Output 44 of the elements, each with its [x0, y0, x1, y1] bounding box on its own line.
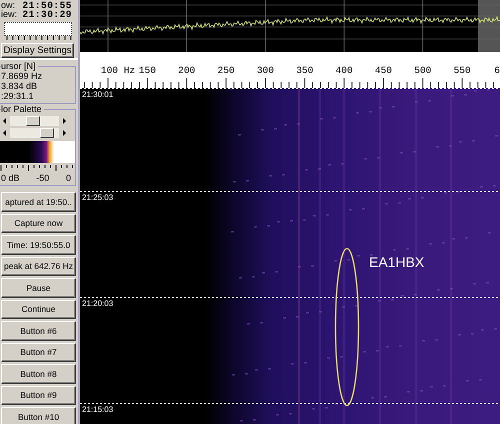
cursor-readout: 3.834 dB [0, 81, 38, 91]
panel-button[interactable]: Button #8 [1, 364, 76, 384]
palette-scale-label: 0 dB [1, 173, 20, 183]
group-title: ursor [N] [1, 61, 38, 71]
frequency-label: 6 [494, 66, 500, 76]
panel-button[interactable]: Button #9 [1, 386, 76, 405]
frequency-label: 100 Hz [100, 66, 136, 76]
panel-button[interactable]: aptured at 19:50.. [1, 192, 76, 212]
status-time: 21:30:29 [22, 10, 72, 19]
frequency-label: 150 [138, 66, 156, 76]
display-settings-button[interactable]: Display Settings [1, 43, 74, 58]
palette-scale-label: 0 [66, 173, 71, 183]
slider-thumb[interactable] [40, 128, 54, 138]
status-label: iew: [1, 10, 18, 19]
palette-scale-label: -50 [36, 173, 50, 183]
status-time: 21:50:55 [22, 1, 72, 10]
group-title: lor Palette [1, 104, 44, 114]
cursor-readout: 7.8699 Hz [0, 71, 44, 81]
panel-button[interactable]: peak at 642.76 Hz [1, 256, 76, 276]
frequency-label: 350 [296, 66, 314, 76]
panel-button[interactable]: Pause [1, 278, 76, 298]
panel-button[interactable]: Time: 19:50:55.0 [1, 235, 76, 254]
panel-button[interactable]: Capture now [1, 214, 76, 233]
frequency-label: 500 [414, 66, 432, 76]
frequency-label: 450 [374, 66, 392, 76]
callsign-annotation: EA1HBX [369, 254, 424, 270]
time-label: 21:25:03 [82, 193, 114, 202]
frequency-label: 250 [218, 66, 235, 76]
time-label: 21:15:03 [82, 405, 114, 414]
panel-button[interactable]: Button #6 [1, 321, 76, 340]
slider-thumb[interactable] [26, 116, 40, 126]
status-label: ow: [1, 1, 16, 10]
time-label: 21:30:01 [82, 90, 114, 99]
frequency-label: 200 [178, 66, 196, 76]
panel-button[interactable]: Button #7 [1, 342, 76, 362]
time-label: 21:20:03 [82, 299, 114, 308]
frequency-label: 300 [256, 66, 274, 76]
frequency-label: 550 [454, 66, 471, 76]
time-range-frame [4, 22, 72, 36]
slider-ticks [6, 36, 72, 41]
cursor-readout: :29:31.1 [0, 91, 35, 101]
panel-button[interactable]: Continue [1, 300, 76, 319]
panel-button[interactable]: Button #10 [1, 407, 76, 424]
frequency-label: 400 [336, 66, 353, 76]
